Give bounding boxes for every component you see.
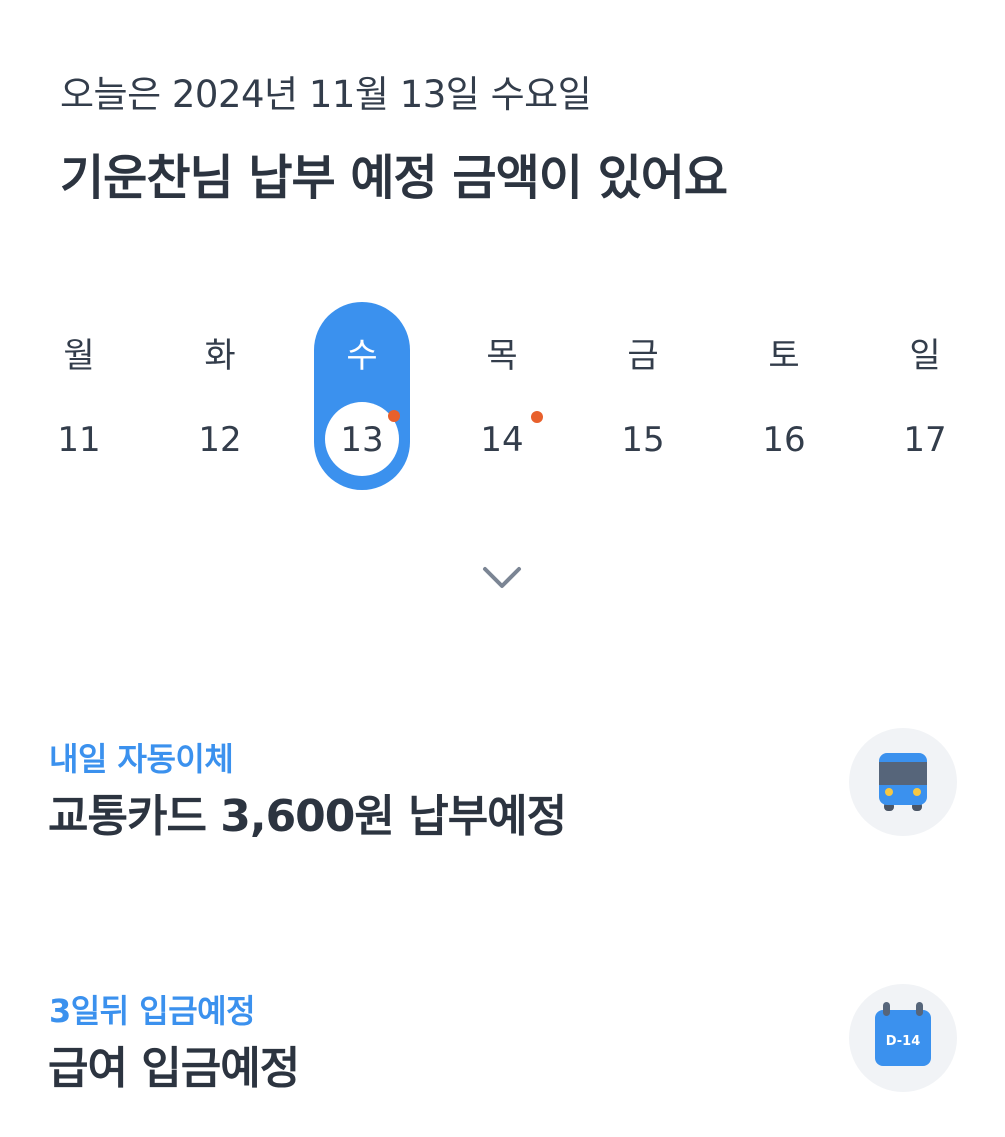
day-sat[interactable]: 토 16 (736, 300, 832, 490)
date-line: 오늘은 2024년 11월 13일 수요일 (60, 73, 592, 116)
schedule-icon-badge (849, 728, 957, 836)
day-tue[interactable]: 화 12 (172, 300, 268, 490)
day-sun[interactable]: 일 17 (877, 300, 973, 490)
schedule-title: 교통카드 3,600원 납부예정 (48, 791, 567, 842)
date-number: 14 (480, 420, 524, 460)
day-of-week-label: 토 (768, 336, 800, 376)
schedule-subtitle: 3일뒤 입금예정 (49, 992, 256, 1030)
day-mon[interactable]: 월 11 (31, 300, 127, 490)
calendar-icon: D-14 (875, 1002, 931, 1066)
day-of-week-label: 일 (909, 336, 941, 376)
schedule-item-salary[interactable]: 3일뒤 입금예정 급여 입금예정 D-14 (0, 982, 1005, 1102)
day-fri[interactable]: 금 15 (595, 300, 691, 490)
event-dot (531, 411, 543, 423)
day-wed-selected[interactable]: 수 13 (314, 300, 410, 490)
bus-icon (879, 753, 927, 811)
date-number: 15 (621, 420, 665, 460)
day-thu[interactable]: 목 14 (454, 300, 550, 490)
schedule-subtitle: 내일 자동이체 (49, 740, 234, 778)
schedule-title: 급여 입금예정 (48, 1043, 300, 1094)
week-calendar: 월 11 화 12 수 13 목 14 금 15 토 16 일 17 (0, 300, 1005, 495)
date-number: 11 (57, 420, 101, 460)
day-of-week-label: 금 (627, 336, 659, 376)
day-of-week-label: 화 (204, 336, 236, 376)
calendar-dday-label: D-14 (886, 1034, 921, 1049)
chevron-down-icon (483, 567, 521, 588)
page-title: 기운찬님 납부 예정 금액이 있어요 (60, 150, 728, 206)
date-number: 13 (340, 420, 384, 460)
schedule-item-transit-card[interactable]: 내일 자동이체 교통카드 3,600원 납부예정 (0, 728, 1005, 848)
day-of-week-label: 목 (486, 336, 518, 376)
schedule-icon-badge: D-14 (849, 984, 957, 1092)
expand-calendar-button[interactable] (480, 560, 524, 594)
date-number: 12 (198, 420, 242, 460)
day-of-week-label: 수 (346, 336, 378, 376)
date-number: 17 (903, 420, 947, 460)
date-number: 16 (762, 420, 806, 460)
event-dot (388, 410, 400, 422)
day-of-week-label: 월 (63, 336, 95, 376)
